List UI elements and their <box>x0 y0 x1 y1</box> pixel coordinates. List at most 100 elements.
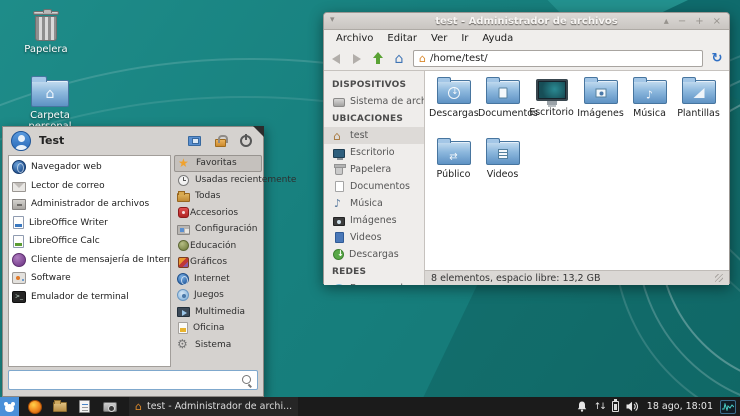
app-item-emulador-de-terminal[interactable]: Emulador de terminal <box>9 288 170 307</box>
resize-grip[interactable] <box>715 274 723 282</box>
folder-templates-icon <box>682 80 716 104</box>
folder-images-icon <box>584 80 618 104</box>
fm-sidebar: DISPOSITIVOS Sistema de archivos UBICACI… <box>324 71 425 285</box>
network-icon[interactable]: ↑↓ <box>594 402 605 412</box>
file-manager-icon <box>12 199 26 210</box>
app-item-navegador-web[interactable]: Navegador web <box>9 158 170 177</box>
office-icon <box>178 322 188 334</box>
file-item[interactable]: Videos <box>478 138 527 194</box>
menu-archivo[interactable]: Archivo <box>330 32 379 45</box>
maximize-button[interactable]: + <box>695 17 703 27</box>
menu-search-input[interactable] <box>13 375 241 386</box>
desktop-icon-home-folder[interactable]: ⌂ Carpeta personal <box>12 80 88 132</box>
file-item[interactable]: Descargas <box>429 77 478 133</box>
software-icon <box>12 272 26 284</box>
app-item-pidgin[interactable]: Cliente de mensajería de Internet Pidgin <box>9 251 170 270</box>
log-out-button[interactable] <box>237 133 255 149</box>
settings-icon <box>188 136 201 146</box>
writer-icon <box>13 216 24 229</box>
user-avatar[interactable] <box>11 131 31 151</box>
menu-ver[interactable]: Ver <box>425 32 453 45</box>
system-monitor-icon[interactable] <box>720 400 736 414</box>
clock[interactable]: 18 ago, 18:01 <box>647 401 713 412</box>
folder-music-icon <box>633 80 667 104</box>
window-menu-icon[interactable]: ▾ <box>330 15 335 25</box>
notifications-icon[interactable] <box>577 401 587 412</box>
menu-ayuda[interactable]: Ayuda <box>476 32 519 45</box>
sidebar-item-imagenes[interactable]: Imágenes <box>324 212 424 229</box>
category-sistema[interactable]: Sistema <box>174 337 262 354</box>
reload-button[interactable]: ↻ <box>710 52 724 66</box>
drive-icon <box>333 98 345 107</box>
file-item[interactable]: Música <box>625 77 674 133</box>
up-button[interactable] <box>371 52 385 66</box>
applications-menu-button[interactable] <box>0 397 19 416</box>
username-label: Test <box>39 134 177 147</box>
app-item-libreoffice-calc[interactable]: LibreOffice Calc <box>9 232 170 251</box>
sidebar-item-musica[interactable]: Música <box>324 195 424 212</box>
category-usadas-recientemente[interactable]: Usadas recientemente <box>174 172 262 189</box>
calc-icon <box>13 235 24 248</box>
network-icon <box>333 283 345 286</box>
file-manager-launcher[interactable] <box>50 397 69 416</box>
sidebar-item-escritorio[interactable]: Escritorio <box>324 144 424 161</box>
address-bar[interactable]: ⌂ /home/test/ <box>413 50 703 67</box>
home-icon: ⌂ <box>419 53 426 64</box>
folder-icon <box>177 193 190 202</box>
category-multimedia[interactable]: Multimedia <box>174 304 262 321</box>
window-task-button[interactable]: ⌂ test - Administrador de archi... <box>129 397 298 416</box>
forward-button[interactable] <box>350 52 364 66</box>
category-graficos[interactable]: Gráficos <box>174 254 262 271</box>
app-item-lector-de-correo[interactable]: Lector de correo <box>9 177 170 196</box>
file-item[interactable]: Público <box>429 138 478 194</box>
category-oficina[interactable]: Oficina <box>174 320 262 337</box>
file-item[interactable]: Plantillas <box>674 77 723 133</box>
category-educacion[interactable]: Educación <box>174 238 262 255</box>
category-list: Favoritas Usadas recientemente Todas Acc… <box>174 155 262 353</box>
sidebar-item-videos[interactable]: Videos <box>324 229 424 246</box>
sidebar-item-descargas[interactable]: Descargas <box>324 246 424 263</box>
category-favoritas[interactable]: Favoritas <box>174 155 262 172</box>
file-item[interactable]: Imágenes <box>576 77 625 133</box>
sidebar-item-test[interactable]: test <box>324 127 424 144</box>
folder-downloads-icon <box>437 80 471 104</box>
desktop-icon-trash[interactable]: Papelera <box>8 11 84 55</box>
file-item[interactable]: Documentos <box>478 77 527 133</box>
sidebar-item-documentos[interactable]: Documentos <box>324 178 424 195</box>
menu-header: Test <box>3 127 263 154</box>
app-item-administrador-de-archivos[interactable]: Administrador de archivos <box>9 195 170 214</box>
document-icon <box>79 400 90 413</box>
close-button[interactable]: × <box>713 17 721 27</box>
sidebar-item-sistema-de-archivos[interactable]: Sistema de archivos <box>324 93 424 110</box>
category-configuracion[interactable]: Configuración <box>174 221 262 238</box>
shade-button[interactable]: ▴ <box>664 17 669 27</box>
menu-editar[interactable]: Editar <box>381 32 423 45</box>
back-button[interactable] <box>329 52 343 66</box>
home-button[interactable]: ⌂ <box>392 52 406 66</box>
document-launcher[interactable] <box>75 397 94 416</box>
lock-screen-button[interactable] <box>211 133 229 149</box>
menu-ir[interactable]: Ir <box>455 32 474 45</box>
video-emblem-icon <box>498 149 508 159</box>
category-internet[interactable]: Internet <box>174 271 262 288</box>
screenshot-launcher[interactable] <box>100 397 119 416</box>
lock-icon <box>215 139 226 147</box>
firefox-launcher[interactable] <box>25 397 44 416</box>
category-juegos[interactable]: Juegos <box>174 287 262 304</box>
menu-search[interactable] <box>8 370 258 390</box>
menubar: Archivo Editar Ver Ir Ayuda <box>324 30 729 47</box>
category-accesorios[interactable]: Accesorios <box>174 205 262 222</box>
sidebar-item-papelera[interactable]: Papelera <box>324 161 424 178</box>
category-todas[interactable]: Todas <box>174 188 262 205</box>
minimize-button[interactable]: − <box>678 17 686 27</box>
app-item-software[interactable]: Software <box>9 269 170 288</box>
app-item-libreoffice-writer[interactable]: LibreOffice Writer <box>9 214 170 233</box>
file-item[interactable]: Escritorio <box>527 77 576 133</box>
titlebar[interactable]: ▾ test - Administrador de archivos ▴ − +… <box>324 13 729 30</box>
battery-icon[interactable] <box>612 401 619 412</box>
clock-icon <box>178 175 189 186</box>
sidebar-item-buscar-en-la-red[interactable]: Buscar en la red <box>324 280 424 285</box>
settings-button[interactable] <box>185 133 203 149</box>
file-view[interactable]: Descargas Documentos Escritorio Imágenes… <box>425 71 729 270</box>
volume-icon[interactable] <box>626 401 640 412</box>
